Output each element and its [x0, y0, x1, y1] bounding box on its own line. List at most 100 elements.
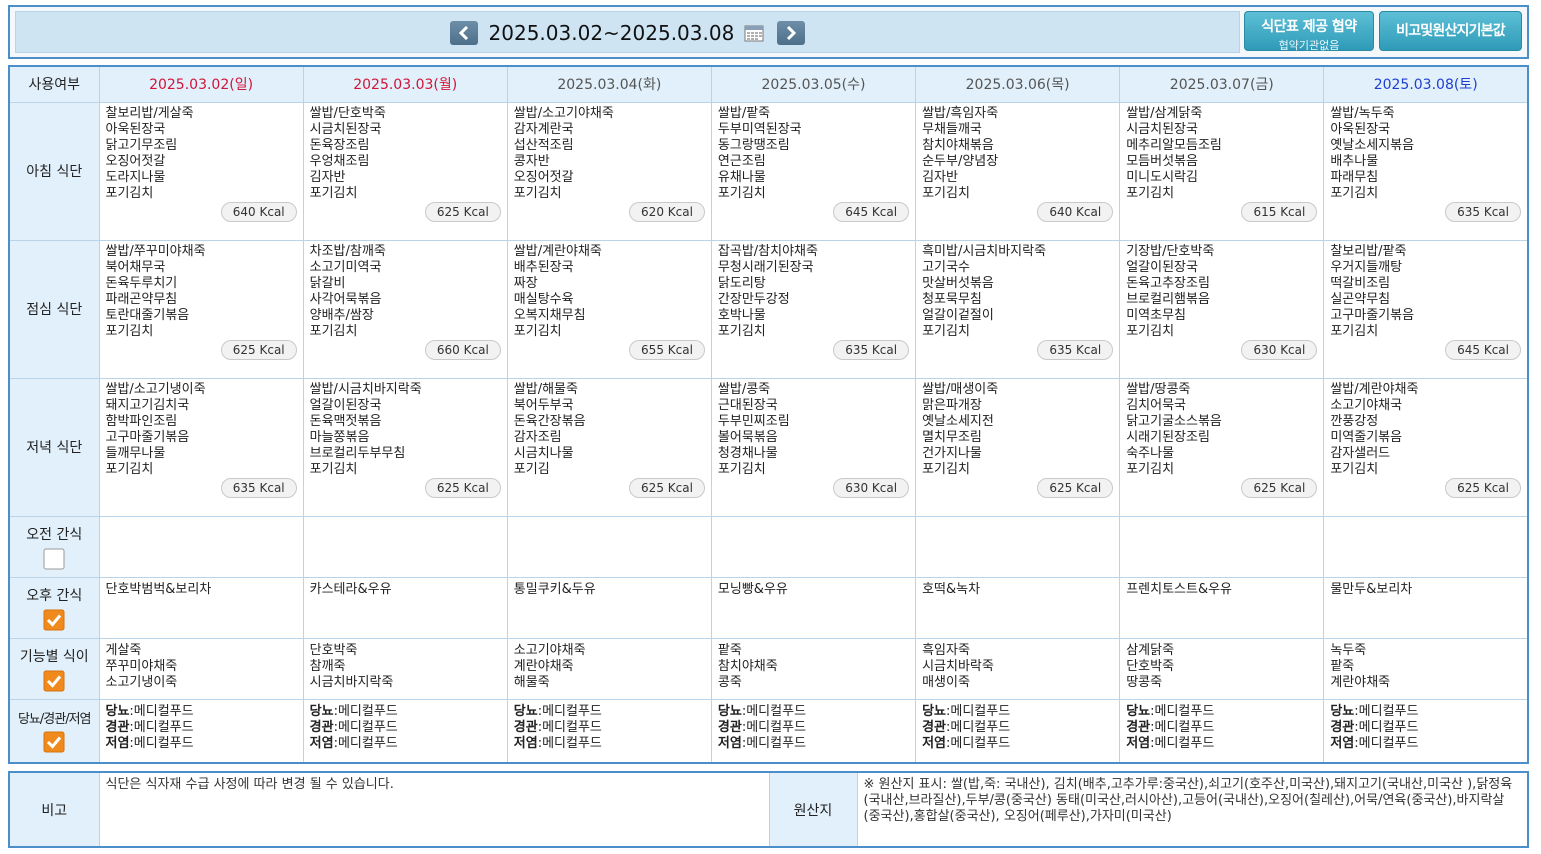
menu-items: 쌀밥/계란야채죽 소고기야채국 깐풍강정 미역줄기볶음 감자샐러드 포기김치 [1330, 381, 1419, 477]
lunch-cell[interactable]: 찰보리밥/팥죽 우거지들깨탕 떡갈비조림 실곤약무침 고구마줄기볶음 포기김치 645 Kc… [1323, 239, 1529, 379]
menu-items: 쌀밥/녹두죽 아욱된장국 옛날소세지볶음 배추나물 파래무침 포기김치 [1330, 105, 1415, 201]
chevron-right-icon [786, 26, 796, 40]
week-range-label: 2025.03.02~2025.03.08 [488, 21, 735, 45]
morning_snack-cell[interactable] [302, 515, 508, 578]
functional-diet-cell[interactable]: 단호박죽 참깨죽 시금치바지락죽 [302, 637, 508, 700]
afternoon_snack-cell[interactable]: 호떡&녹차 [915, 576, 1121, 639]
kcal-badge: 635 Kcal [833, 339, 910, 360]
kcal-badge: 640 Kcal [1037, 201, 1114, 222]
breakfast-cell[interactable]: 쌀밥/소고기야채죽 감자계란국 섭산적조림 콩자반 오징어젓갈 포기김치 620 Kcal [506, 101, 712, 241]
menu-items: 쌀밥/계란야채죽 배추된장국 짜장 매실탕수육 오복지채무침 포기김치 [513, 243, 602, 339]
lunch-label-text: 점심 식단 [26, 302, 83, 318]
diet-entry-name: 경관 [1126, 719, 1151, 735]
lunch-cell[interactable]: 쌀밥/계란야채죽 배추된장국 짜장 매실탕수육 오복지채무침 포기김치 655 Kcal [506, 239, 712, 379]
lunch-row-label: 점심 식단 [8, 239, 100, 379]
dinner-cell[interactable]: 쌀밥/땅콩죽 김치어묵국 닭고기굴소스볶음 시래기된장조림 숙주나물 포기김치 625 Kc… [1119, 377, 1325, 517]
afternoon_snack-cell[interactable]: 모닝빵&우유 [710, 576, 917, 639]
breakfast-cell[interactable]: 쌀밥/삼계닭죽 시금치된장국 메추리알모듬조림 모듬버섯볶음 미니도시락김 포기김치 615… [1119, 101, 1325, 241]
lunch-cell[interactable]: 차조밥/참깨죽 소고기미역국 닭갈비 사각어묵볶음 양배추/쌈장 포기김치 660 Kcal [302, 239, 508, 379]
dinner-cell[interactable]: 쌀밥/콩죽 근대된장국 두부민찌조림 볼어묵볶음 청경채나물 포기김치 630 Kcal [710, 377, 917, 517]
afternoon_snack-label-text: 오후 간식 [26, 587, 83, 604]
special-diet-cell[interactable]: 당뇨:메디컬푸드 경관:메디컬푸드 저염:메디컬푸드 [1323, 698, 1529, 764]
functional-diet-cell[interactable]: 팥죽 참치야채죽 콩죽 [710, 637, 917, 700]
diet-entry: 당뇨:메디컬푸드 [1126, 704, 1317, 720]
kcal-badge: 645 Kcal [1445, 339, 1521, 360]
diet-entry-name: 경관 [1330, 719, 1355, 735]
morning_snack-cell[interactable] [710, 515, 917, 578]
checkbox-icon[interactable] [43, 548, 65, 570]
diet-entry: 저염:메디컬푸드 [1330, 736, 1521, 752]
lunch-cell[interactable]: 쌀밥/쭈꾸미야채죽 북어채무국 돈육두루치기 파래곤약무침 토란대줄기볶음 포기김치 625… [98, 239, 304, 379]
diet-entry-value: :메디컬푸드 [537, 703, 602, 719]
kcal-badge: 620 Kcal [629, 201, 705, 222]
origin-default-button[interactable]: 비고및원산지기본값 [1379, 11, 1522, 51]
origin-text: ※ 원산지 표시: 쌀(밥,죽: 국내산), 김치(배추,고추가루:중국산),쇠… [856, 771, 1529, 848]
afternoon_snack-cell[interactable]: 통밀쿠키&두유 [506, 576, 712, 639]
special-diet-cell[interactable]: 당뇨:메디컬푸드 경관:메디컬푸드 저염:메디컬푸드 [506, 698, 712, 764]
checkbox-icon[interactable] [43, 609, 65, 631]
breakfast-cell[interactable]: 쌀밥/단호박죽 시금치된장국 돈육장조림 우엉채조림 김자반 포기김치 625 Kcal [302, 101, 508, 241]
diet-entry-value: :메디컬푸드 [1150, 735, 1215, 751]
special-diet-cell[interactable]: 당뇨:메디컬푸드 경관:메디컬푸드 저염:메디컬푸드 [302, 698, 508, 764]
kcal-badge: 625 Kcal [424, 477, 501, 498]
morning_snack-cell[interactable] [98, 515, 304, 578]
special-diet-cell[interactable]: 당뇨:메디컬푸드 경관:메디컬푸드 저염:메디컬푸드 [710, 698, 917, 764]
diet-entry-name: 당뇨 [513, 703, 538, 719]
morning_snack-cell[interactable] [1323, 515, 1529, 578]
usage-column-header: 사용여부 [8, 65, 100, 103]
breakfast-cell[interactable]: 찰보리밥/게살죽 아욱된장국 닭고기무조림 오징어젓갈 도라지나물 포기김치 640 Kca… [98, 101, 304, 241]
dinner-cell[interactable]: 쌀밥/매생이죽 맑은파개장 옛날소세지전 멸치무조림 건가지나물 포기김치 625 Kcal [915, 377, 1121, 517]
diet-entry: 저염:메디컬푸드 [718, 736, 909, 752]
diet-entry-name: 경관 [717, 719, 742, 735]
morning_snack-cell[interactable] [1119, 515, 1325, 578]
morning_snack-cell[interactable] [506, 515, 712, 578]
afternoon_snack-cell[interactable]: 카스테라&우유 [302, 576, 508, 639]
functional-row-label: 기능별 식이 [8, 637, 100, 700]
functional-diet-cell[interactable]: 게살죽 쭈꾸미야채죽 소고기냉이죽 [98, 637, 304, 700]
dinner-cell[interactable]: 쌀밥/해물죽 북어두부국 돈육간장볶음 감자조림 시금치나물 포기김 625 Kcal [506, 377, 712, 517]
diet-entry: 당뇨:메디컬푸드 [514, 704, 705, 720]
lunch-cell[interactable]: 기장밥/단호박죽 얼갈이된장국 돈육고추장조림 브로컬리햄볶음 미역초무침 포기김치 630… [1119, 239, 1325, 379]
morning_snack-cell[interactable] [915, 515, 1121, 578]
lunch-cell[interactable]: 잡곡밥/참치야채죽 무청시래기된장국 닭도리탕 간장만두강정 호박나물 포기김치 635 K… [710, 239, 917, 379]
functional-diet-cell[interactable]: 소고기야채죽 계란야채죽 해물죽 [506, 637, 712, 700]
diet-entry-name: 저염 [309, 735, 334, 751]
calendar-icon[interactable] [744, 24, 764, 42]
special-diet-cell[interactable]: 당뇨:메디컬푸드 경관:메디컬푸드 저염:메디컬푸드 [98, 698, 304, 764]
menu-items: 쌀밥/삼계닭죽 시금치된장국 메추리알모듬조림 모듬버섯볶음 미니도시락김 포기김치 [1126, 105, 1222, 201]
next-week-button[interactable] [776, 21, 805, 45]
diet-entry: 경관:메디컬푸드 [310, 720, 501, 736]
diet-entry: 경관:메디컬푸드 [514, 720, 705, 736]
checkbox-icon[interactable] [43, 670, 65, 692]
chevron-left-icon [459, 26, 469, 40]
special-diet-cell[interactable]: 당뇨:메디컬푸드 경관:메디컬푸드 저염:메디컬푸드 [915, 698, 1121, 764]
afternoon_snack-cell[interactable]: 단호박범벅&보리차 [98, 576, 304, 639]
breakfast-cell[interactable]: 쌀밥/녹두죽 아욱된장국 옛날소세지볶음 배추나물 파래무침 포기김치 635 Kcal [1323, 101, 1529, 241]
functional-diet-row: 기능별 식이 게살죽 쭈꾸미야채죽 소고기냉이죽 단호박죽 참깨죽 시금치바지락죽 소고기야채… [8, 637, 1529, 700]
agreement-button-sub: 협약기관없음 [1278, 39, 1340, 52]
date-header: 2025.03.06(목) [915, 65, 1121, 103]
menu-items: 쌀밥/쭈꾸미야채죽 북어채무국 돈육두루치기 파래곤약무침 토란대줄기볶음 포기김치 [105, 243, 206, 339]
menu-agreement-button[interactable]: 식단표 제공 협약 협약기관없음 [1244, 11, 1374, 52]
lunch-cell[interactable]: 흑미밥/시금치바지락죽 고기국수 맛살버섯볶음 청포묵무침 얼갈이겉절이 포기김치 635 … [915, 239, 1121, 379]
functional-diet-cell[interactable]: 삼계닭죽 단호박죽 땅콩죽 [1119, 637, 1325, 700]
breakfast-cell[interactable]: 쌀밥/팥죽 두부미역된장국 동그랑땡조림 연근조림 유채나물 포기김치 645 Kcal [710, 101, 917, 241]
checkbox-icon[interactable] [43, 731, 65, 753]
dinner-cell[interactable]: 쌀밥/계란야채죽 소고기야채국 깐풍강정 미역줄기볶음 감자샐러드 포기김치 625 Kca… [1323, 377, 1529, 517]
dinner-cell[interactable]: 쌀밥/소고기냉이죽 돼지고기김치국 함박파인조림 고구마줄기볶음 들깨무나물 포기김치 63… [98, 377, 304, 517]
prev-week-button[interactable] [450, 21, 479, 45]
afternoon_snack-cell[interactable]: 프렌치토스트&우유 [1119, 576, 1325, 639]
diet-entry-value: :메디컬푸드 [129, 719, 194, 735]
dinner-cell[interactable]: 쌀밥/시금치바지락죽 얼갈이된장국 돈육맥젓볶음 마늘쫑볶음 브로컬리두부무침 포기김치 6… [302, 377, 508, 517]
diet-entry: 당뇨:메디컬푸드 [718, 704, 909, 720]
special-diet-cell[interactable]: 당뇨:메디컬푸드 경관:메디컬푸드 저염:메디컬푸드 [1119, 698, 1325, 764]
functional-diet-cell[interactable]: 녹두죽 팥죽 계란야채죽 [1323, 637, 1529, 700]
afternoon_snack-row: 오후 간식 단호박범벅&보리차 카스테라&우유 통밀쿠키&두유 모닝빵&우유 호떡&녹차 프… [8, 576, 1529, 639]
diet-entry: 저염:메디컬푸드 [1126, 736, 1317, 752]
breakfast-cell[interactable]: 쌀밥/흑임자죽 무채들깨국 참치야채볶음 순두부/양념장 김자반 포기김치 640 Kcal [915, 101, 1121, 241]
remarks-table: 비고 식단은 식자재 수급 사정에 따라 변경 될 수 있습니다. 원산지 ※ … [8, 771, 1529, 848]
diet-entry-name: 당뇨 [717, 703, 742, 719]
afternoon_snack-cell[interactable]: 물만두&보리차 [1323, 576, 1529, 639]
week-header: 2025.03.02~2025.03.08 식단표 제공 협약 협약기관없음 비… [8, 5, 1529, 59]
functional-diet-cell[interactable]: 흑임자죽 시금치바락죽 매생이죽 [915, 637, 1121, 700]
